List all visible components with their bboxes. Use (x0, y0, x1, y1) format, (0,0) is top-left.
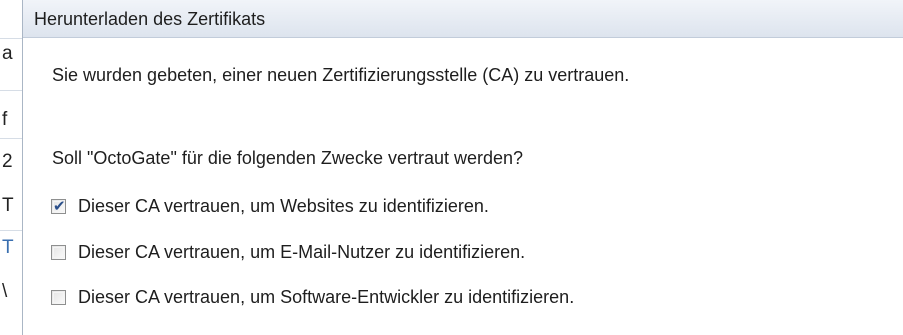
background-text-fragment: f (2, 109, 8, 130)
background-text-fragment: T (2, 237, 14, 258)
divider (0, 230, 22, 231)
trust-email-users-option[interactable]: Dieser CA vertrauen, um E-Mail-Nutzer zu… (51, 240, 525, 264)
background-text-fragment: \ (2, 281, 8, 302)
divider (0, 90, 22, 91)
dialog-titlebar[interactable]: Herunterladen des Zertifikats (23, 0, 903, 38)
background-text-fragment: T (2, 195, 14, 216)
intro-text: Sie wurden gebeten, einer neuen Zertifiz… (52, 65, 630, 85)
divider (0, 138, 22, 139)
certificate-download-dialog: Herunterladen des Zertifikats Sie wurden… (23, 0, 903, 335)
trust-email-users-label[interactable]: Dieser CA vertrauen, um E-Mail-Nutzer zu… (78, 242, 525, 263)
screen: a f 2 T T \ Herunterladen des Zertifikat… (0, 0, 903, 335)
dialog-title: Herunterladen des Zertifikats (34, 9, 266, 29)
trust-email-users-checkbox[interactable] (51, 244, 66, 260)
trust-websites-checkbox[interactable]: ✔ (51, 196, 66, 215)
trust-websites-option[interactable]: ✔ Dieser CA vertrauen, um Websites zu id… (51, 194, 489, 218)
checkmark-icon: ✔ (53, 196, 66, 215)
divider (0, 38, 22, 39)
trust-websites-label[interactable]: Dieser CA vertrauen, um Websites zu iden… (78, 196, 489, 217)
background-window-edge: a f 2 T T \ (0, 0, 23, 335)
trust-software-developers-label[interactable]: Dieser CA vertrauen, um Software-Entwick… (78, 287, 574, 308)
trust-software-developers-option[interactable]: Dieser CA vertrauen, um Software-Entwick… (51, 285, 574, 309)
background-text-fragment: 2 (2, 151, 13, 172)
background-text-fragment: a (2, 43, 13, 64)
trust-question: Soll "OctoGate" für die folgenden Zwecke… (52, 148, 524, 168)
trust-software-developers-checkbox[interactable] (51, 289, 66, 305)
